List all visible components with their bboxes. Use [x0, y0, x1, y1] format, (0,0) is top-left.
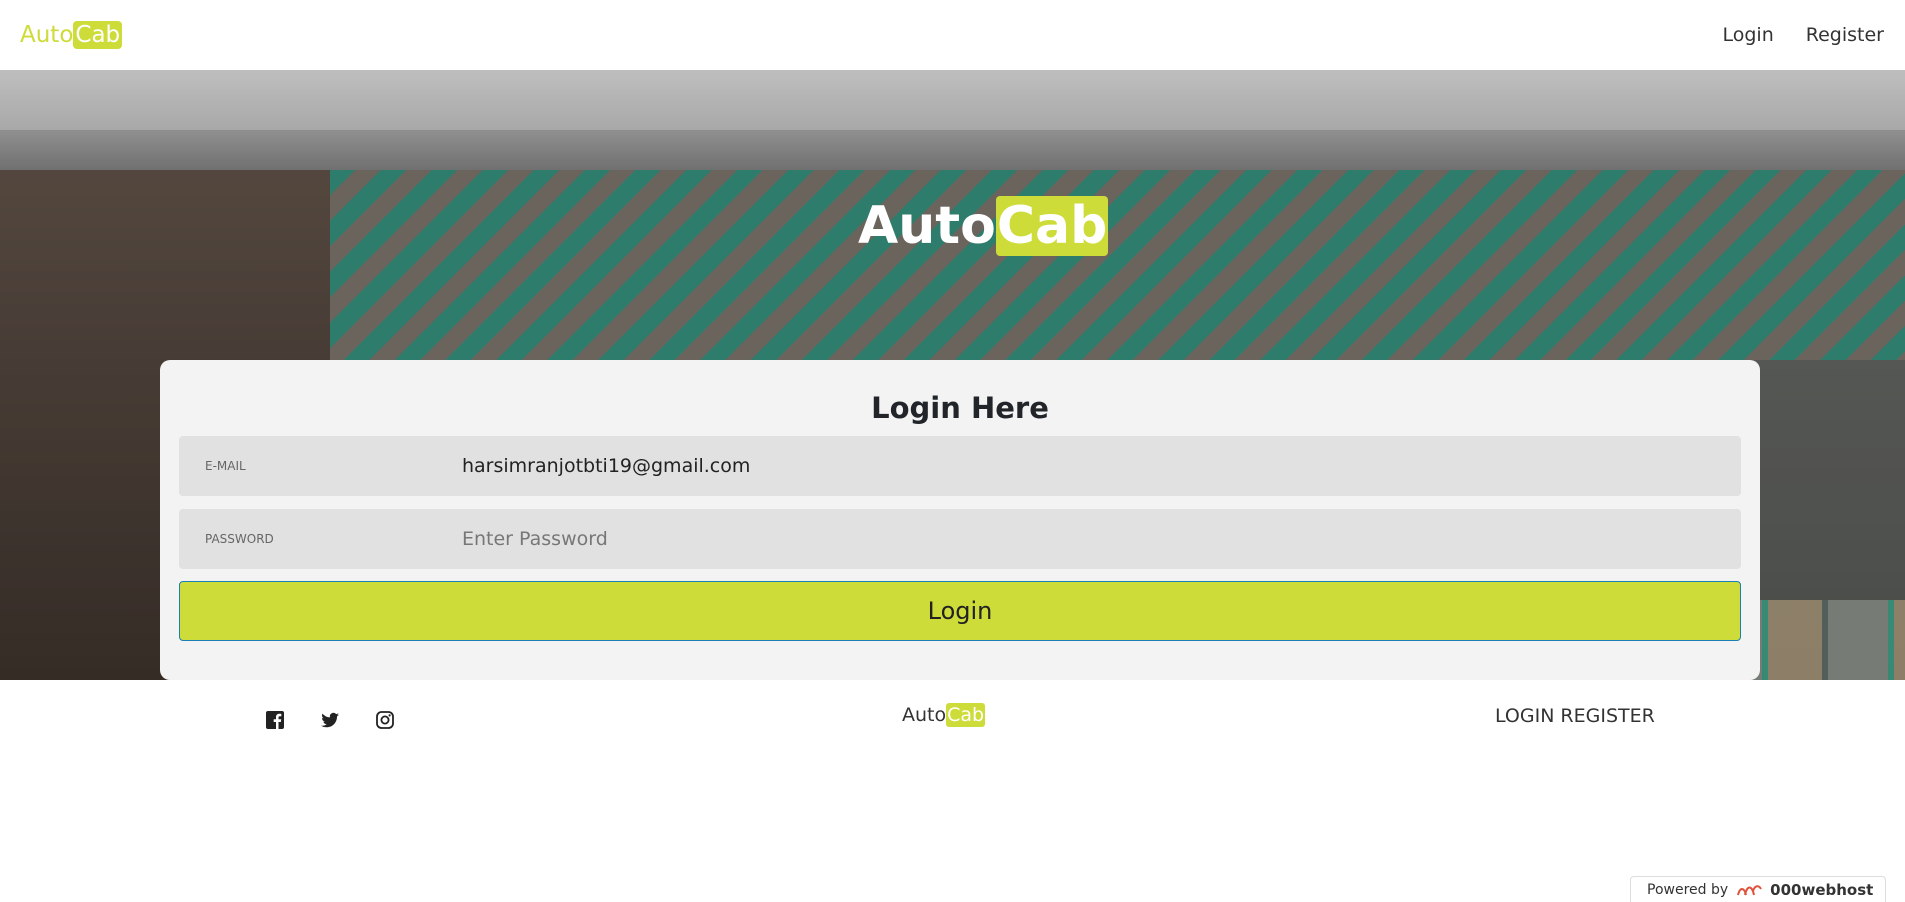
powered-by-badge[interactable]: Powered by 000webhost	[1630, 876, 1886, 902]
instagram-icon[interactable]	[375, 710, 395, 734]
navbar: Auto Cab Login Register	[0, 0, 1905, 70]
email-input[interactable]	[462, 436, 1741, 496]
password-input[interactable]	[462, 509, 1741, 569]
login-button[interactable]: Login	[179, 581, 1741, 641]
hero-logo: Auto Cab	[858, 196, 1109, 256]
navbar-brand[interactable]: Auto Cab	[20, 21, 123, 49]
powered-by-text: Powered by	[1647, 881, 1729, 898]
login-card: Login Here E-MAIL PASSWORD Login	[160, 360, 1760, 680]
nav-register-link[interactable]: Register	[1806, 24, 1884, 46]
password-label: PASSWORD	[205, 532, 274, 546]
brand-prefix: Auto	[20, 22, 74, 48]
hero-logo-prefix: Auto	[858, 196, 996, 256]
social-links	[265, 710, 395, 734]
webhost-logo-icon	[1737, 884, 1763, 895]
email-label: E-MAIL	[205, 459, 246, 473]
webhost-name: 000webhost	[1770, 880, 1874, 899]
nav-links: Login Register	[1723, 24, 1885, 46]
footer-register-link[interactable]: REGISTER	[1560, 705, 1654, 727]
password-field-row: PASSWORD	[179, 509, 1741, 569]
email-field-row: E-MAIL	[179, 436, 1741, 496]
footer-brand[interactable]: Auto Cab	[902, 703, 986, 727]
facebook-icon[interactable]	[265, 710, 285, 734]
footer-login-link[interactable]: LOGIN	[1495, 705, 1554, 727]
footer-brand-suffix: Cab	[946, 703, 986, 727]
twitter-icon[interactable]	[320, 710, 340, 734]
footer: Auto Cab LOGIN REGISTER	[0, 680, 1905, 902]
nav-login-link[interactable]: Login	[1723, 24, 1774, 46]
brand-suffix: Cab	[73, 21, 123, 49]
hero-background: AutoCab Login Here E-MAIL PASSWORD Login	[0, 70, 1905, 680]
footer-brand-prefix: Auto	[902, 704, 947, 726]
hero-logo-suffix: Cab	[995, 196, 1109, 256]
login-title: Login Here	[871, 391, 1049, 425]
footer-links: LOGIN REGISTER	[1495, 705, 1655, 727]
